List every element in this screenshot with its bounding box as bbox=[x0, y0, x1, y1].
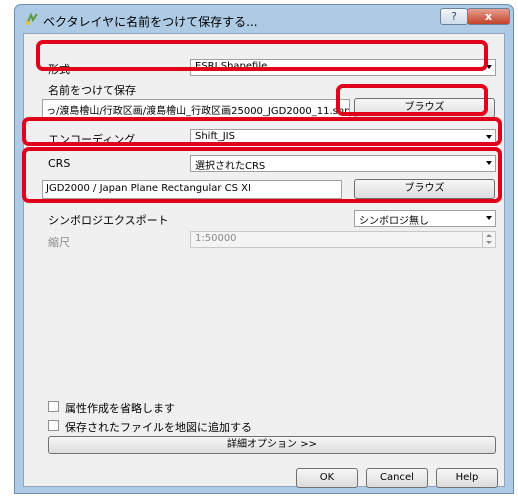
help-button[interactable]: Help bbox=[436, 468, 498, 488]
qgis-icon bbox=[26, 12, 38, 25]
crs-value: JGD2000 / Japan Plane Rectangular CS XI bbox=[46, 183, 251, 194]
format-value: ESRI Shapefile bbox=[195, 61, 268, 72]
save-as-browse-button[interactable]: ブラウズ bbox=[354, 98, 495, 118]
save-as-label: 名前をつけて保存 bbox=[48, 84, 136, 97]
chevron-down-icon bbox=[486, 135, 492, 139]
crs-browse-button[interactable]: ブラウズ bbox=[354, 179, 495, 199]
chevron-down-icon bbox=[486, 65, 492, 69]
title-help-button[interactable]: ? bbox=[440, 8, 468, 25]
crs-label: CRS bbox=[48, 157, 71, 170]
scale-spin-buttons[interactable] bbox=[482, 232, 495, 247]
dialog-window: ベクタレイヤに名前をつけて保存する... ? x 形式 ESRI Shapefi… bbox=[14, 4, 514, 494]
dialog-content: 形式 ESRI Shapefile 名前をつけて保存 っ/渡島檜山/行政区画/渡… bbox=[23, 33, 505, 488]
symbology-label: シンボロジエクスポート bbox=[48, 214, 169, 227]
title-close-button[interactable]: x bbox=[467, 8, 510, 25]
add-to-map-label: 保存されたファイルを地図に追加する bbox=[65, 421, 252, 434]
ok-button[interactable]: OK bbox=[296, 468, 358, 488]
cancel-button[interactable]: Cancel bbox=[366, 468, 428, 488]
save-as-input[interactable]: っ/渡島檜山/行政区画/渡島檜山_行政区画25000_JGD2000_11.sh… bbox=[42, 99, 350, 118]
title-bar: ベクタレイヤに名前をつけて保存する... ? x bbox=[15, 5, 513, 33]
encoding-label: エンコーディング bbox=[48, 133, 136, 146]
window-title: ベクタレイヤに名前をつけて保存する... bbox=[43, 15, 258, 29]
encoding-value: Shift_JIS bbox=[195, 131, 235, 142]
crs-input[interactable]: JGD2000 / Japan Plane Rectangular CS XI bbox=[42, 180, 342, 199]
save-as-path: っ/渡島檜山/行政区画/渡島檜山_行政区画25000_JGD2000_11.sh… bbox=[46, 106, 350, 117]
spin-down-icon bbox=[486, 241, 492, 244]
add-to-map-checkbox[interactable] bbox=[48, 420, 59, 431]
advanced-options-button[interactable]: 詳細オプション >> bbox=[48, 436, 496, 454]
symbology-select[interactable]: シンボロジ無し bbox=[354, 210, 496, 227]
scale-value: 1:50000 bbox=[195, 233, 237, 244]
scale-spinbox[interactable]: 1:50000 bbox=[190, 231, 496, 248]
spin-up-icon bbox=[486, 234, 492, 237]
chevron-down-icon bbox=[486, 216, 492, 220]
skip-attr-label: 属性作成を省略します bbox=[65, 402, 175, 415]
scale-label: 縮尺 bbox=[48, 236, 70, 249]
skip-attr-checkbox[interactable] bbox=[48, 401, 59, 412]
encoding-select[interactable]: Shift_JIS bbox=[190, 129, 496, 146]
crs-mode-value: 選択されたCRS bbox=[195, 161, 266, 172]
chevron-down-icon bbox=[486, 161, 492, 165]
format-select[interactable]: ESRI Shapefile bbox=[190, 59, 496, 76]
symbology-value: シンボロジ無し bbox=[359, 216, 429, 227]
format-label: 形式 bbox=[48, 63, 70, 76]
crs-mode-select[interactable]: 選択されたCRS bbox=[190, 155, 496, 172]
